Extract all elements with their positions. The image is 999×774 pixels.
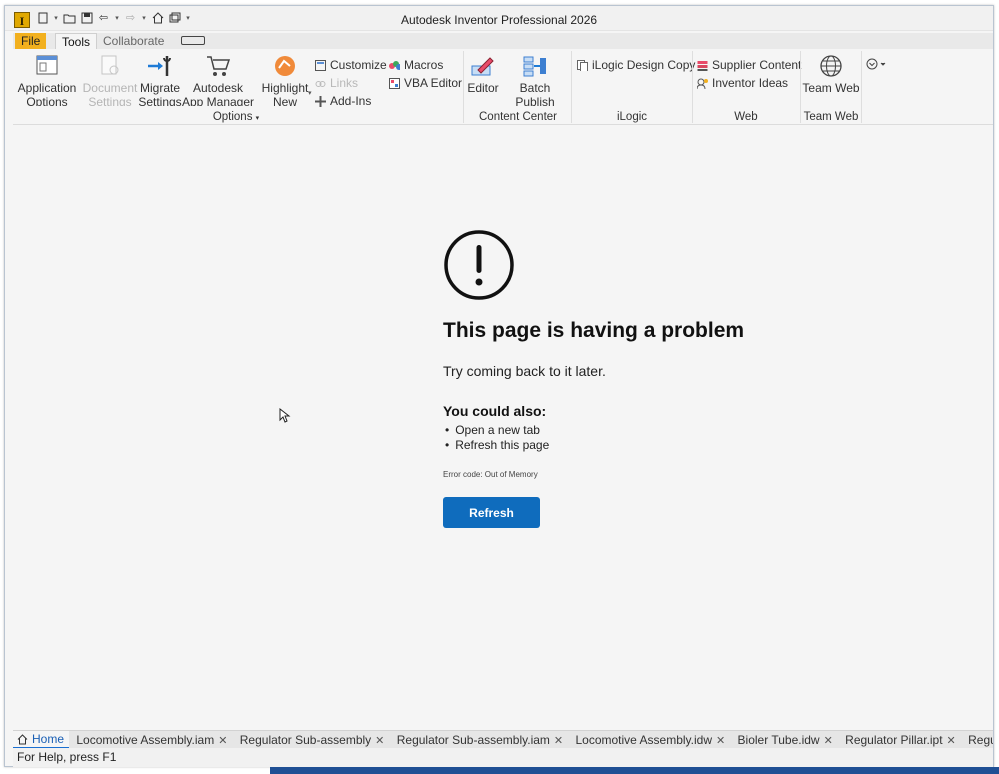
document-tab[interactable]: Regulator Sub-assembly ✕ [236, 731, 390, 749]
panel-divider [463, 51, 464, 123]
panel-title-team-web: Team Web [803, 111, 859, 123]
customize-button[interactable]: Customize [315, 58, 387, 72]
close-icon[interactable]: ✕ [218, 734, 227, 747]
macros-icon [389, 60, 400, 70]
panel-title-content-center: Content Center [479, 111, 557, 123]
migrate-icon [148, 56, 171, 76]
taskbar-edge [270, 767, 999, 774]
suggestion-open-new-tab: Open a new tab [445, 423, 549, 438]
macros-button[interactable]: Macros [389, 58, 443, 72]
batch-publish-button[interactable]: Batch Publish [500, 54, 570, 106]
inventor-ideas-button[interactable]: Inventor Ideas [697, 76, 788, 90]
tab-file[interactable]: File [15, 33, 47, 49]
panel-divider [861, 51, 862, 123]
close-icon[interactable]: ✕ [824, 734, 833, 747]
document-tab[interactable]: Locomotive Assembly.iam ✕ [72, 731, 232, 749]
supplier-content-icon [697, 60, 708, 71]
document-tab[interactable]: Regulator Handle.ipt [964, 731, 993, 749]
close-icon[interactable]: ✕ [375, 734, 384, 747]
document-tab[interactable]: Regulator Pillar.ipt ✕ [841, 731, 961, 749]
error-title: This page is having a problem [443, 319, 745, 342]
migrate-settings-button[interactable]: Migrate Settings [135, 54, 185, 106]
add-ins-button[interactable]: Add-Ins [315, 94, 371, 108]
document-settings-icon [101, 55, 119, 75]
chevron-circle-icon [866, 58, 886, 70]
editor-icon [471, 57, 494, 76]
cart-icon [207, 56, 231, 76]
title-bar: I ▾ ⇦ ▾ ⇨ ▾ ▾ Autodesk Inventor Professi… [5, 6, 993, 31]
globe-icon [820, 55, 842, 77]
document-tab-bar: Home Locomotive Assembly.iam ✕ Regulator … [13, 730, 993, 749]
suggestions-heading: You could also: [443, 403, 547, 419]
tab-collaborate[interactable]: Collaborate [97, 33, 170, 49]
vba-editor-icon [389, 77, 400, 89]
vba-editor-button[interactable]: VBA Editor [389, 76, 462, 90]
highlight-new-icon [275, 56, 295, 76]
team-web-button[interactable]: Team Web [802, 54, 860, 106]
error-subtitle: Try coming back to it later. [443, 363, 606, 379]
ilogic-design-copy-button[interactable]: iLogic Design Copy [577, 58, 695, 72]
customize-icon [315, 59, 326, 71]
status-bar: For Help, press F1 [13, 748, 993, 767]
supplier-content-button[interactable]: Supplier Content [697, 58, 801, 72]
suggestion-refresh-page: Refresh this page [445, 438, 549, 453]
ribbon-overflow-button[interactable] [866, 58, 888, 73]
ribbon-toggle-icon[interactable] [181, 36, 205, 45]
ribbon: Application Options Document Settings Mi… [13, 49, 993, 125]
error-exclamation-icon [444, 230, 514, 300]
mouse-cursor-icon [279, 408, 291, 423]
panel-title-web: Web [734, 111, 758, 123]
close-icon[interactable]: ✕ [554, 734, 563, 747]
document-tab[interactable]: Regulator Sub-assembly.iam ✕ [393, 731, 568, 749]
panel-divider [571, 51, 572, 123]
links-button[interactable]: Links [315, 76, 358, 90]
close-icon[interactable]: ✕ [716, 734, 725, 747]
home-content: This page is having a problem Try coming… [13, 125, 993, 729]
document-tab[interactable]: Bioler Tube.idw ✕ [734, 731, 838, 749]
content-center-editor-button[interactable]: Editor [465, 54, 501, 106]
close-icon[interactable]: ✕ [947, 734, 956, 747]
plug-icon [315, 95, 326, 107]
application-options-button[interactable]: Application Options [17, 54, 77, 106]
chevron-down-icon: ▾ [255, 115, 260, 122]
error-code: Error code: Out of Memory [443, 470, 538, 479]
window-title: Autodesk Inventor Professional 2026 [400, 13, 598, 27]
tab-tools[interactable]: Tools [55, 33, 98, 50]
document-tab[interactable]: Locomotive Assembly.idw ✕ [571, 731, 730, 749]
suggestions-list: Open a new tab Refresh this page [445, 423, 549, 453]
refresh-button[interactable]: Refresh [443, 497, 540, 528]
chevron-down-icon[interactable]: ▾ [308, 89, 312, 97]
ideas-icon [697, 78, 708, 89]
panel-title-ilogic: iLogic [616, 111, 648, 123]
link-icon [315, 80, 326, 87]
batch-publish-icon [523, 56, 546, 77]
highlight-new-button[interactable]: Highlight New [257, 54, 313, 112]
application-options-icon [36, 55, 58, 75]
home-icon [17, 733, 28, 744]
panel-title-options[interactable]: Options ▾ [201, 111, 271, 123]
ribbon-tab-row: File Tools Collaborate [13, 33, 993, 50]
app-manager-button[interactable]: Autodesk App Manager [181, 54, 255, 106]
design-copy-icon [577, 59, 588, 71]
app-window: I ▾ ⇦ ▾ ⇨ ▾ ▾ Autodesk Inventor Professi… [4, 5, 994, 767]
tab-home[interactable]: Home [13, 731, 70, 749]
document-settings-button[interactable]: Document Settings [79, 54, 141, 106]
